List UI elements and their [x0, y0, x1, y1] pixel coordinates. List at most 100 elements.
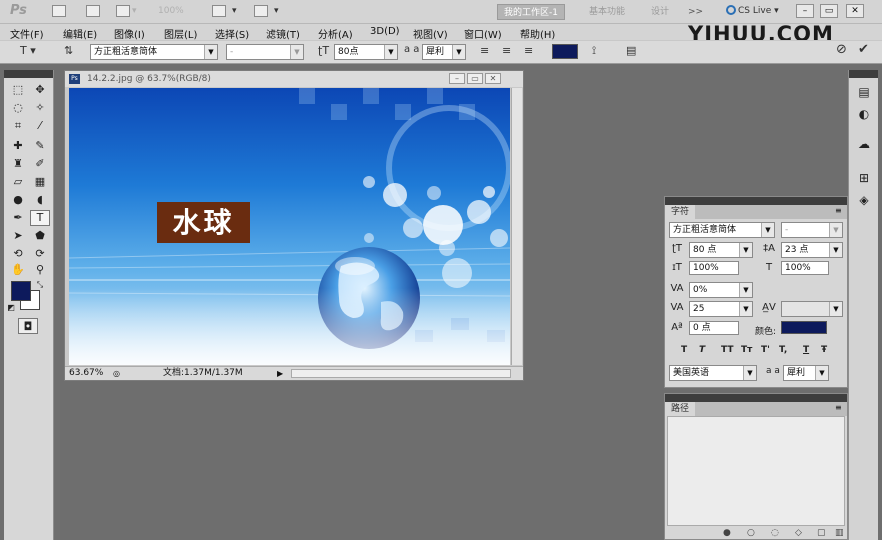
char-kerning-select[interactable]: 0% ▼	[689, 282, 753, 298]
panel-menu-icon[interactable]: ≡	[835, 403, 842, 412]
shape-tool-icon[interactable]: ⬟	[30, 228, 50, 244]
zoom-level[interactable]: 100%	[158, 6, 184, 16]
channels-panel-icon[interactable]: ⊞	[855, 170, 873, 186]
cancel-edit-icon[interactable]: ⊘	[836, 42, 847, 57]
close-button[interactable]: ✕	[846, 4, 864, 18]
stroke-path-icon[interactable]: ○	[747, 528, 755, 538]
bridge-icon[interactable]	[52, 5, 66, 17]
minimize-button[interactable]: –	[796, 4, 814, 18]
subscript-button[interactable]: T,	[779, 345, 787, 355]
3d-rotate-tool-icon[interactable]: ⟲	[8, 246, 28, 262]
toggle-character-panel-icon[interactable]: ▤	[626, 44, 636, 57]
menu-window[interactable]: 窗口(W)	[464, 26, 502, 41]
type-tool-preset-icon[interactable]: T ▾	[20, 44, 36, 57]
menu-view[interactable]: 视图(V)	[413, 26, 448, 41]
doc-restore-button[interactable]: ▭	[467, 73, 483, 84]
font-size-select[interactable]: 80点 ▼	[334, 44, 398, 60]
history-brush-tool-icon[interactable]: ✐	[30, 156, 50, 172]
all-caps-button[interactable]: TT	[721, 345, 734, 355]
view-extras-icon[interactable]	[116, 5, 130, 17]
panel-grip[interactable]	[665, 394, 847, 402]
superscript-button[interactable]: T'	[761, 345, 770, 355]
title-text-layer[interactable]: 水球	[157, 202, 250, 243]
vertical-scrollbar[interactable]	[511, 88, 522, 365]
text-color-swatch[interactable]	[552, 44, 578, 59]
more-workspaces-button[interactable]: >>	[682, 4, 709, 20]
paths-list[interactable]	[667, 416, 845, 526]
small-caps-button[interactable]: Tт	[741, 345, 752, 355]
char-font-family-select[interactable]: 方正粗活意简体 ▼	[669, 222, 775, 238]
faux-bold-button[interactable]: T	[681, 345, 687, 355]
quick-select-tool-icon[interactable]: ✧	[30, 100, 50, 116]
arrange-arrow-icon[interactable]: ▾	[232, 6, 237, 16]
eraser-tool-icon[interactable]: ▱	[8, 174, 28, 190]
hand-tool-icon[interactable]: ✋	[8, 262, 28, 278]
make-work-path-icon[interactable]: ◇	[795, 528, 802, 538]
tab-paths[interactable]: 路径	[665, 402, 696, 416]
commit-edit-icon[interactable]: ✔	[858, 42, 869, 57]
align-center-icon[interactable]: ≡	[502, 44, 511, 57]
lasso-tool-icon[interactable]: ◌	[8, 100, 28, 116]
horizontal-scrollbar[interactable]	[291, 369, 511, 378]
foreground-color-swatch[interactable]	[11, 281, 31, 301]
doc-close-button[interactable]: ✕	[485, 73, 501, 84]
blur-tool-icon[interactable]: ●	[8, 192, 28, 208]
status-info-icon[interactable]: ◎	[113, 367, 120, 380]
faux-italic-button[interactable]: T	[699, 345, 705, 355]
strikethrough-button[interactable]: Ŧ	[821, 345, 827, 355]
3d-orbit-tool-icon[interactable]: ⟳	[30, 246, 50, 262]
3d-panel-icon[interactable]: ◈	[855, 192, 873, 208]
workspace-tab-design[interactable]: 设计	[645, 4, 675, 20]
pen-tool-icon[interactable]: ✒	[8, 210, 28, 226]
char-tracking-select[interactable]: 25 ▼	[689, 301, 753, 317]
menu-file[interactable]: 文件(F)	[10, 26, 44, 41]
char-leading-select[interactable]: 23 点 ▼	[781, 242, 843, 258]
align-left-icon[interactable]: ≡	[480, 44, 489, 57]
screen-mode-icon[interactable]	[254, 5, 268, 17]
anti-alias-select[interactable]: 犀利 ▼	[422, 44, 466, 60]
char-vertical-scale-input[interactable]: 100%	[689, 261, 739, 275]
eyedropper-tool-icon[interactable]: ⁄	[30, 118, 50, 134]
fill-path-icon[interactable]: ●	[723, 528, 731, 538]
brush-tool-icon[interactable]: ✎	[30, 138, 50, 154]
image-canvas[interactable]: 水球	[69, 88, 510, 365]
menu-3d[interactable]: 3D(D)	[370, 26, 400, 37]
delete-path-icon[interactable]: ▥	[835, 528, 844, 538]
workspace-tab-custom[interactable]: 我的工作区-1	[497, 4, 565, 20]
maximize-button[interactable]: ▭	[820, 4, 838, 18]
type-tool-icon[interactable]: T	[30, 210, 50, 226]
status-menu-arrow-icon[interactable]: ▶	[277, 367, 283, 380]
char-font-style-select[interactable]: - ▼	[781, 222, 843, 238]
workspace-tab-essentials[interactable]: 基本功能	[583, 4, 631, 20]
panel-grip[interactable]	[4, 70, 53, 78]
menu-edit[interactable]: 编辑(E)	[63, 26, 97, 41]
char-anti-alias-select[interactable]: 犀利 ▼	[783, 365, 829, 381]
view-extras-arrow-icon[interactable]: ▾	[132, 6, 137, 16]
char-baseline-shift-input[interactable]: 0 点	[689, 321, 739, 335]
zoom-tool-icon[interactable]: ⚲	[30, 262, 50, 278]
gradient-tool-icon[interactable]: ▦	[30, 174, 50, 190]
language-select[interactable]: 美国英语 ▼	[669, 365, 757, 381]
doc-minimize-button[interactable]: –	[449, 73, 465, 84]
default-colors-icon[interactable]: ◩	[6, 300, 16, 316]
adjustments-panel-icon[interactable]: ◐	[855, 106, 873, 122]
menu-layer[interactable]: 图层(L)	[164, 26, 197, 41]
align-right-icon[interactable]: ≡	[524, 44, 533, 57]
font-style-select[interactable]: - ▼	[226, 44, 304, 60]
layers-panel-icon[interactable]: ☁	[855, 136, 873, 152]
char-horizontal-scale-input[interactable]: 100%	[781, 261, 829, 275]
menu-help[interactable]: 帮助(H)	[520, 26, 555, 41]
quick-mask-icon[interactable]: ◘	[18, 318, 38, 334]
char-color-swatch[interactable]	[781, 321, 827, 334]
font-family-select[interactable]: 方正粗活意简体 ▼	[90, 44, 218, 60]
underline-button[interactable]: T	[803, 345, 809, 355]
panel-menu-icon[interactable]: ≡	[835, 206, 842, 215]
swap-colors-icon[interactable]: ⤡	[34, 277, 46, 293]
history-panel-icon[interactable]: ▤	[855, 84, 873, 100]
warp-text-icon[interactable]: ⟟	[592, 44, 596, 58]
load-selection-icon[interactable]: ◌	[771, 528, 779, 538]
menu-image[interactable]: 图像(I)	[114, 26, 145, 41]
zoom-readout[interactable]: 63.67%	[69, 367, 103, 380]
menu-filter[interactable]: 滤镜(T)	[266, 26, 300, 41]
minibridge-icon[interactable]	[86, 5, 100, 17]
